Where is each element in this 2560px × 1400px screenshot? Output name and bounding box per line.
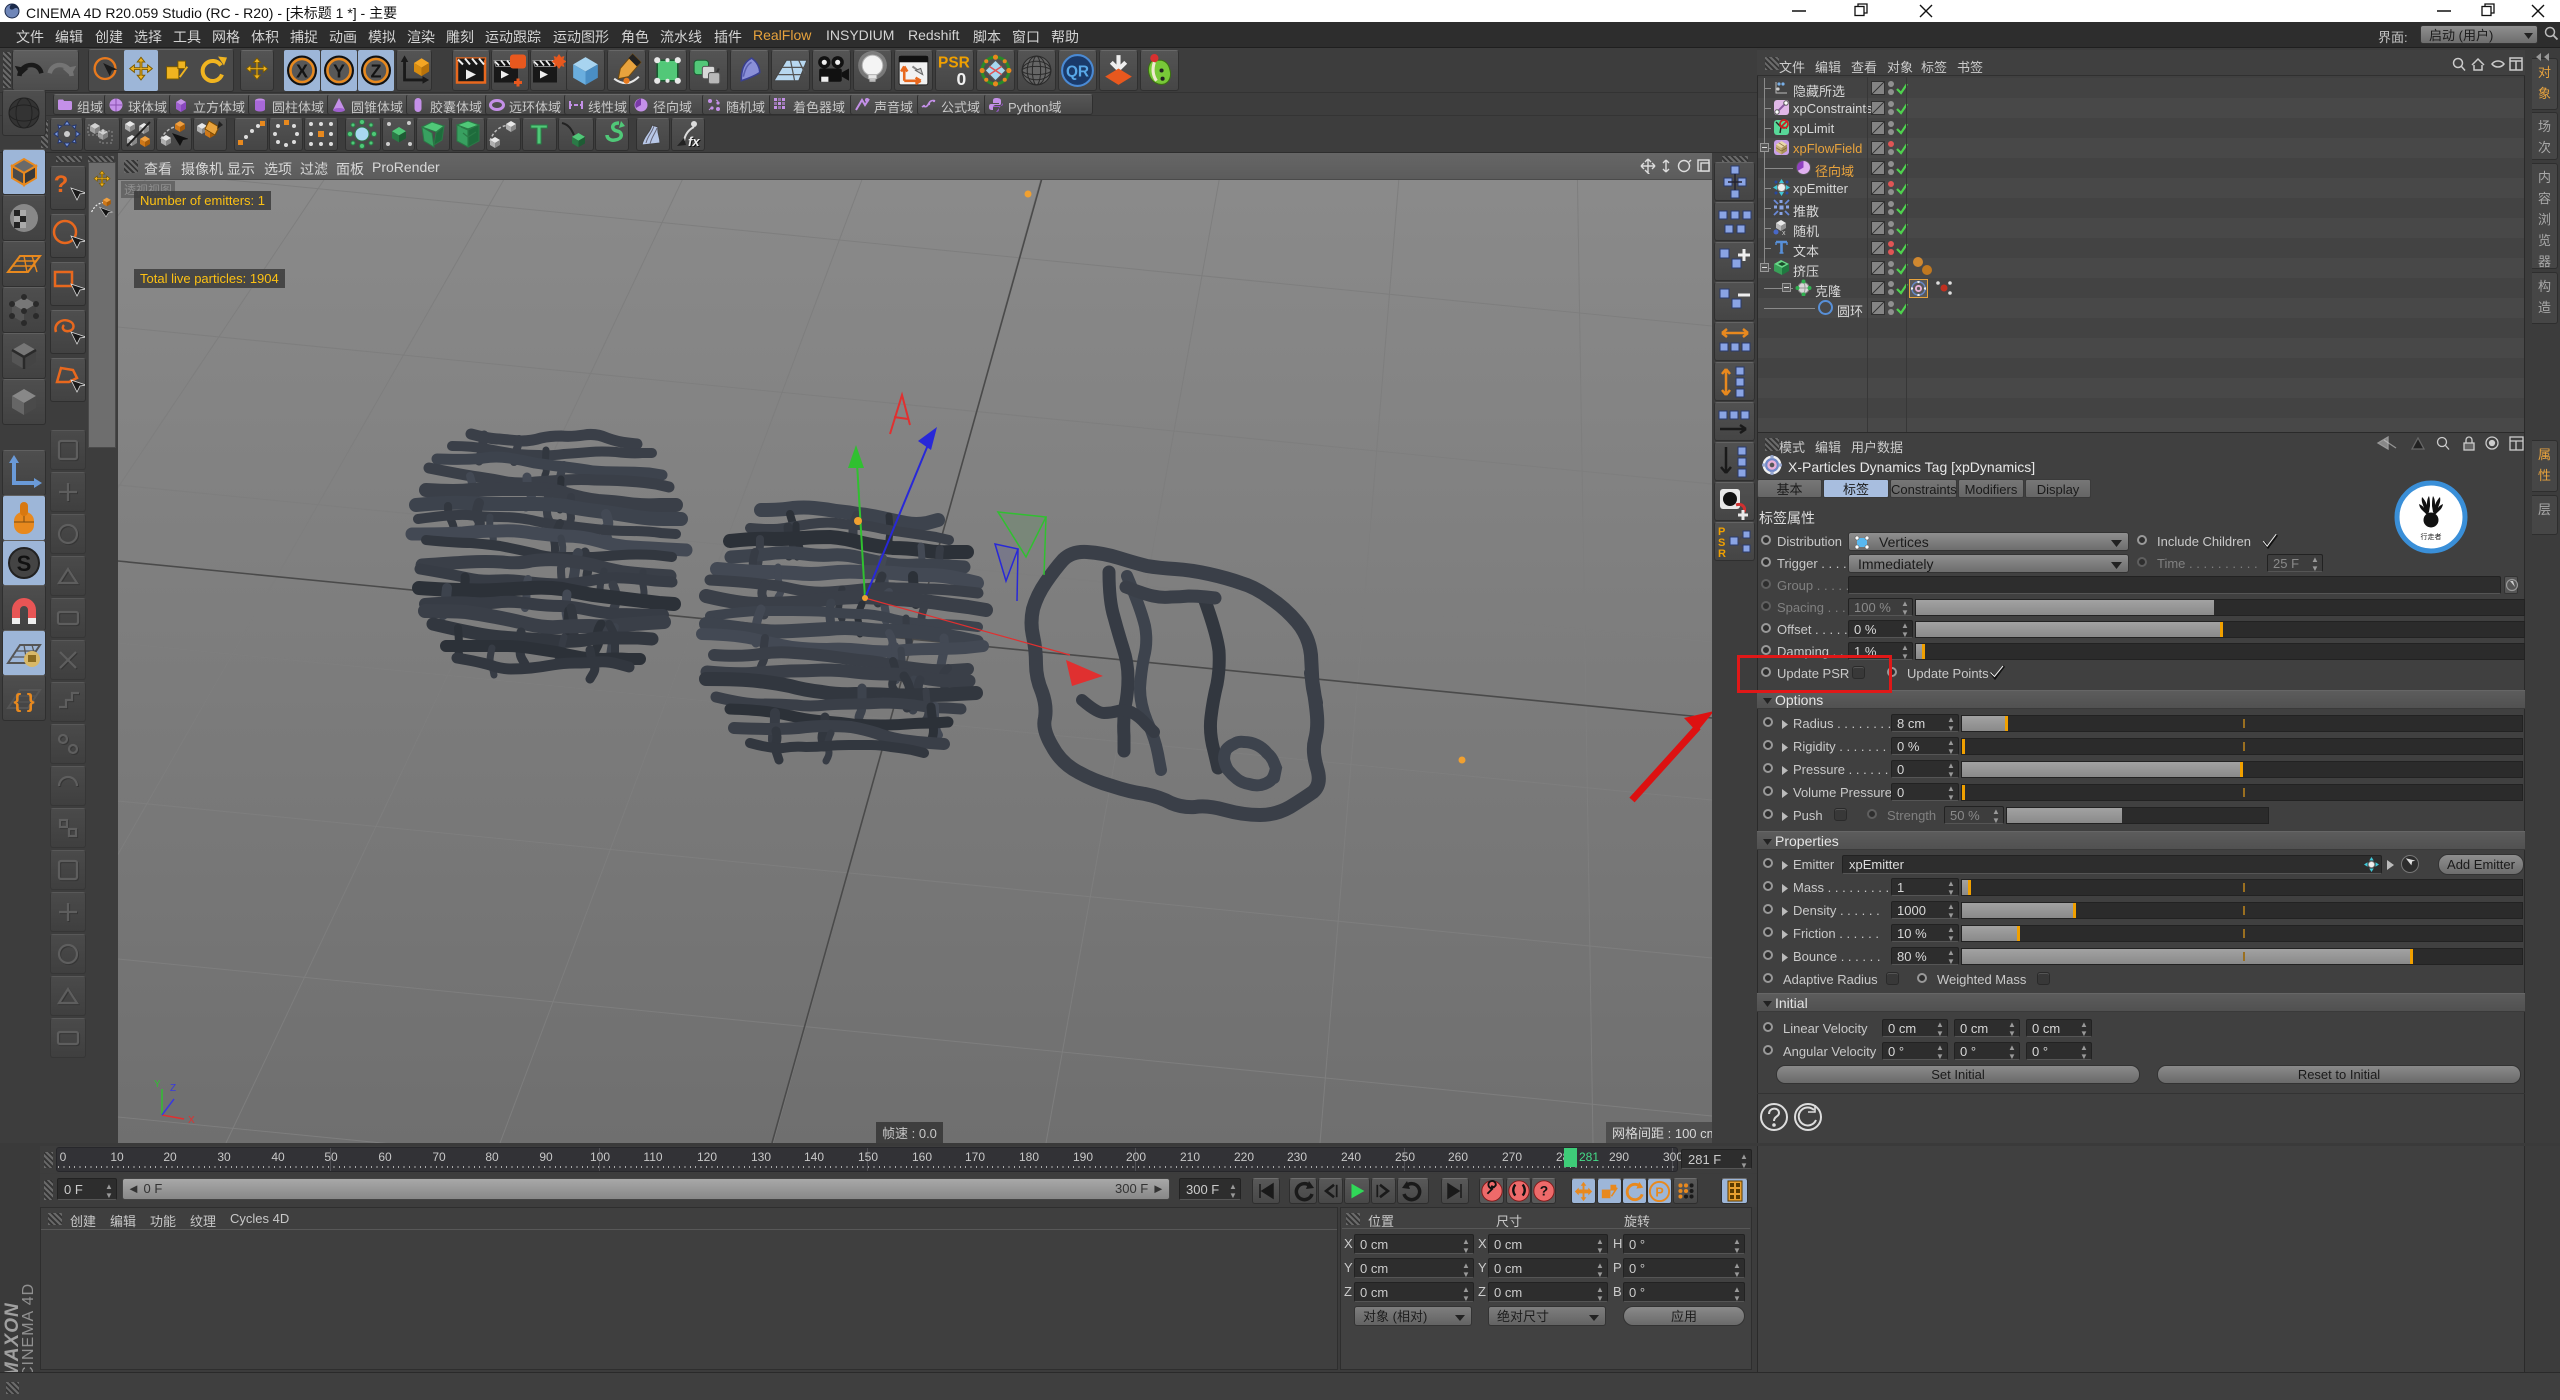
svg-text:?: ?: [54, 171, 69, 198]
svg-text:X: X: [296, 62, 308, 82]
svg-text:QR: QR: [1066, 64, 1089, 81]
svg-text:fx: fx: [688, 134, 700, 149]
svg-text:0: 0: [957, 69, 967, 89]
svg-text:Z: Z: [371, 62, 382, 82]
svg-text:行走者: 行走者: [2421, 532, 2442, 541]
svg-text:Y: Y: [154, 1079, 161, 1090]
svg-text:X: X: [188, 1115, 195, 1125]
svg-text:?: ?: [1540, 1183, 1548, 1199]
svg-text:S: S: [17, 551, 32, 576]
svg-text:{ }: { }: [13, 691, 34, 713]
svg-text:x: x: [1782, 230, 1786, 236]
svg-text:T: T: [530, 119, 547, 149]
svg-text:Y: Y: [333, 62, 345, 82]
svg-text:P: P: [1655, 1185, 1663, 1199]
svg-text:R: R: [1718, 548, 1726, 560]
svg-text:Z: Z: [170, 1083, 176, 1094]
